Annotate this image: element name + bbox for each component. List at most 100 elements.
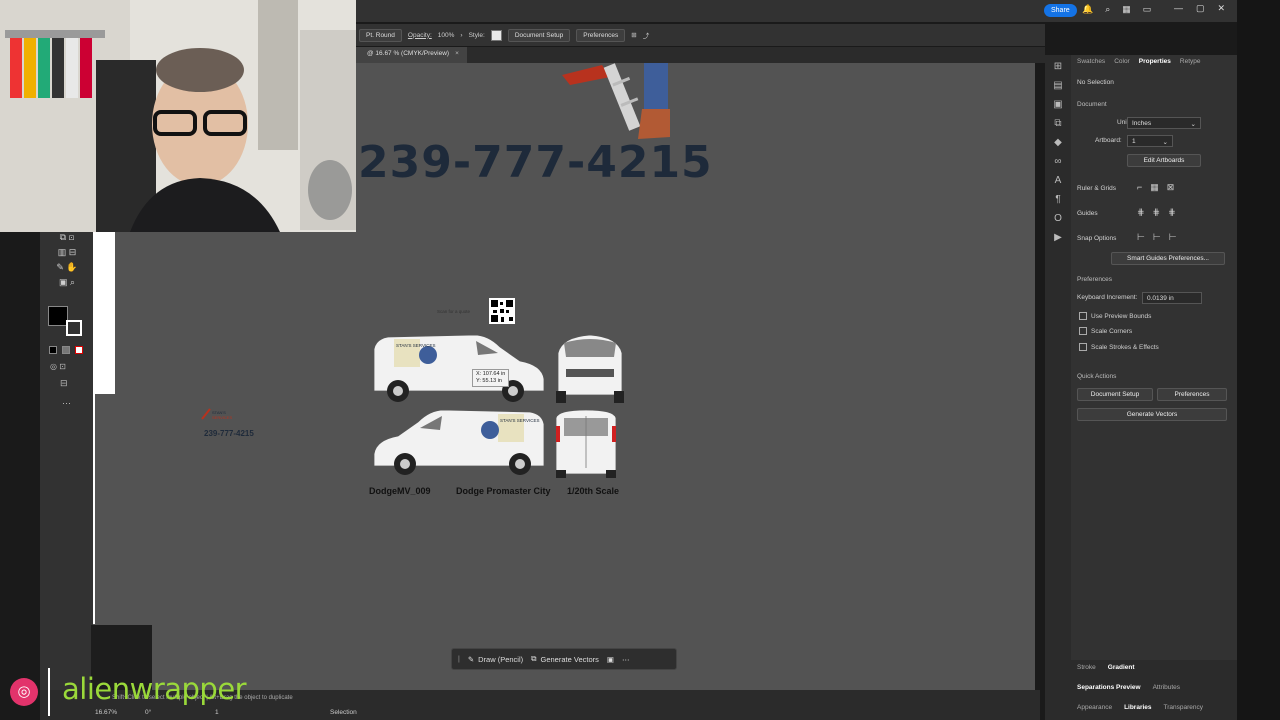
lock-guides-icon[interactable]: ⋕: [1153, 207, 1161, 218]
stroke-style-dropdown[interactable]: Pt. Round: [359, 28, 402, 42]
links-icon[interactable]: ∞: [1045, 156, 1071, 175]
more-options-icon[interactable]: ⋯: [622, 655, 630, 664]
caption-model-name[interactable]: Dodge Promaster City: [456, 486, 551, 496]
snap-point-icon[interactable]: ⊢: [1137, 232, 1145, 243]
tab-retype[interactable]: Retype: [1180, 58, 1201, 67]
tab-separations-preview[interactable]: Separations Preview: [1077, 684, 1141, 696]
artboards-icon[interactable]: ⧉: [1045, 118, 1071, 137]
draw-pencil-button[interactable]: ✎ Draw (Pencil): [468, 655, 523, 664]
show-guides-icon[interactable]: ⋕: [1137, 207, 1145, 218]
phone-number-small[interactable]: 239-777-4215: [204, 429, 254, 438]
tab-stroke[interactable]: Stroke: [1077, 664, 1096, 676]
actions-icon[interactable]: ▶: [1045, 232, 1071, 251]
tab-swatches[interactable]: Swatches: [1077, 58, 1105, 67]
bell-icon[interactable]: 🔔: [1082, 4, 1093, 15]
collapsed-panels: Stroke Gradient Separations Preview Attr…: [1071, 660, 1237, 720]
arrange-icon[interactable]: ▭: [1143, 4, 1152, 15]
graph-tool-icon[interactable]: ▥ ⊟: [46, 247, 88, 262]
edit-artboards-button[interactable]: Edit Artboards: [1127, 154, 1201, 167]
logo-small[interactable]: STAN'S SERVICES: [200, 407, 242, 423]
zoom-level[interactable]: 16.67%: [95, 709, 117, 716]
smart-guides-icon[interactable]: ⋕: [1168, 207, 1176, 218]
generate-vectors-button[interactable]: ⧉ Generate Vectors: [531, 654, 599, 664]
artboard-number[interactable]: 1: [215, 709, 219, 716]
coordinate-tooltip: X: 107.64 in Y: 55.13 in: [472, 369, 510, 387]
color-mode-icon[interactable]: [49, 346, 57, 354]
caption-scale[interactable]: 1/20th Scale: [567, 486, 619, 496]
tab-appearance[interactable]: Appearance: [1077, 704, 1112, 716]
none-mode-icon[interactable]: [75, 346, 83, 354]
current-tool: Selection: [330, 709, 357, 716]
qa-document-setup-button[interactable]: Document Setup: [1077, 388, 1153, 401]
document-tab[interactable]: @ 16.67 % (CMYK/Preview) ×: [355, 47, 467, 63]
use-preview-bounds-label: Use Preview Bounds: [1091, 312, 1152, 320]
scale-corners-checkbox[interactable]: Scale Corners: [1079, 327, 1132, 335]
paragraph-icon[interactable]: ¶: [1045, 194, 1071, 213]
character-icon[interactable]: A: [1045, 175, 1071, 194]
arrange-documents-icon[interactable]: ⊞: [631, 31, 636, 39]
van-side-left[interactable]: STAN'S SERVICES: [370, 333, 548, 405]
preferences-button[interactable]: Preferences: [576, 28, 626, 42]
properties-icon[interactable]: ⊞: [1045, 61, 1071, 80]
opacity-value[interactable]: 100%: [438, 32, 455, 39]
more-tools-icon[interactable]: ⋯: [62, 398, 71, 409]
zoom-tool-icon[interactable]: ▣ ⌕: [46, 277, 88, 292]
qa-generate-vectors-button[interactable]: Generate Vectors: [1077, 408, 1227, 421]
rotation-value[interactable]: 0°: [145, 709, 151, 716]
draw-mode-icon[interactable]: ◎ ⊡: [50, 362, 66, 371]
artboard-dropdown[interactable]: 1 ⌄: [1127, 135, 1173, 147]
snap-pixel-icon[interactable]: ⊢: [1169, 232, 1177, 243]
guides-icons: ⋕ ⋕ ⋕: [1137, 207, 1176, 218]
tab-gradient[interactable]: Gradient: [1108, 664, 1135, 676]
artboard-edge-line: [93, 394, 95, 624]
tab-attributes[interactable]: Attributes: [1153, 684, 1180, 696]
libraries-icon[interactable]: ▣: [1045, 99, 1071, 118]
document-setup-button[interactable]: Document Setup: [507, 28, 571, 42]
smart-guides-prefs-button[interactable]: Smart Guides Preferences...: [1111, 252, 1225, 265]
scan-text[interactable]: Scan for a quote: [437, 309, 470, 314]
export-icon[interactable]: ⤴: [643, 30, 650, 40]
close-tab-icon[interactable]: ×: [455, 50, 459, 57]
ruler-icon[interactable]: ⌐: [1137, 182, 1142, 193]
phone-number-large[interactable]: 239-777-4215: [358, 137, 713, 188]
use-preview-bounds-checkbox[interactable]: Use Preview Bounds: [1079, 312, 1151, 320]
grip-icon[interactable]: |: [458, 656, 460, 663]
grid-icon[interactable]: ▦: [1150, 182, 1159, 193]
snap-grid-icon[interactable]: ⊢: [1153, 232, 1161, 243]
fill-swatch[interactable]: [48, 306, 68, 326]
share-button[interactable]: Share: [1044, 4, 1077, 17]
units-dropdown[interactable]: Inches ⌄: [1127, 117, 1201, 129]
opentype-icon[interactable]: O: [1045, 213, 1071, 232]
search-icon[interactable]: ⌕: [1105, 4, 1110, 15]
layers-panel-icon[interactable]: ▤: [1045, 80, 1071, 99]
van-front[interactable]: [552, 333, 628, 405]
close-icon[interactable]: ✕: [1217, 3, 1225, 14]
image-icon[interactable]: ▣: [607, 655, 614, 664]
tab-libraries[interactable]: Libraries: [1124, 704, 1151, 716]
style-swatch[interactable]: [490, 29, 502, 41]
shape-builder-icon[interactable]: ⧉ ⊡: [46, 232, 88, 247]
tab-transparency[interactable]: Transparency: [1164, 704, 1204, 716]
qa-preferences-button[interactable]: Preferences: [1157, 388, 1227, 401]
stroke-swatch[interactable]: [66, 320, 82, 336]
caption-model-code[interactable]: DodgeMV_009: [369, 486, 431, 496]
chevron-right-icon[interactable]: ›: [460, 32, 462, 39]
draw-pencil-label: Draw (Pencil): [478, 654, 524, 664]
gradient-mode-icon[interactable]: [62, 346, 70, 354]
screen-mode-icon[interactable]: ⊟: [60, 378, 68, 389]
rulers-grid-icons: ⌐ ▦ ⊠: [1137, 182, 1174, 193]
maximize-icon[interactable]: ▢: [1196, 3, 1205, 14]
pixel-grid-icon[interactable]: ⊠: [1167, 182, 1175, 193]
layers-icon[interactable]: ◆: [1045, 137, 1071, 156]
tools: ⧉ ⊡ ▥ ⊟ ✎ ✋ ▣ ⌕: [46, 232, 88, 292]
tab-color[interactable]: Color: [1114, 58, 1130, 67]
eyedropper-icon[interactable]: ✎ ✋: [46, 262, 88, 277]
tab-properties[interactable]: Properties: [1139, 58, 1171, 67]
workspace-icon[interactable]: ▦: [1122, 4, 1131, 15]
van-side-right[interactable]: STAN'S SERVICES: [370, 408, 548, 480]
keyboard-increment-input[interactable]: 0.0139 in: [1142, 292, 1202, 304]
minimize-icon[interactable]: —: [1174, 3, 1183, 14]
scale-strokes-checkbox[interactable]: Scale Strokes & Effects: [1079, 343, 1159, 351]
van-rear[interactable]: [552, 408, 620, 480]
qr-code[interactable]: [489, 298, 515, 324]
